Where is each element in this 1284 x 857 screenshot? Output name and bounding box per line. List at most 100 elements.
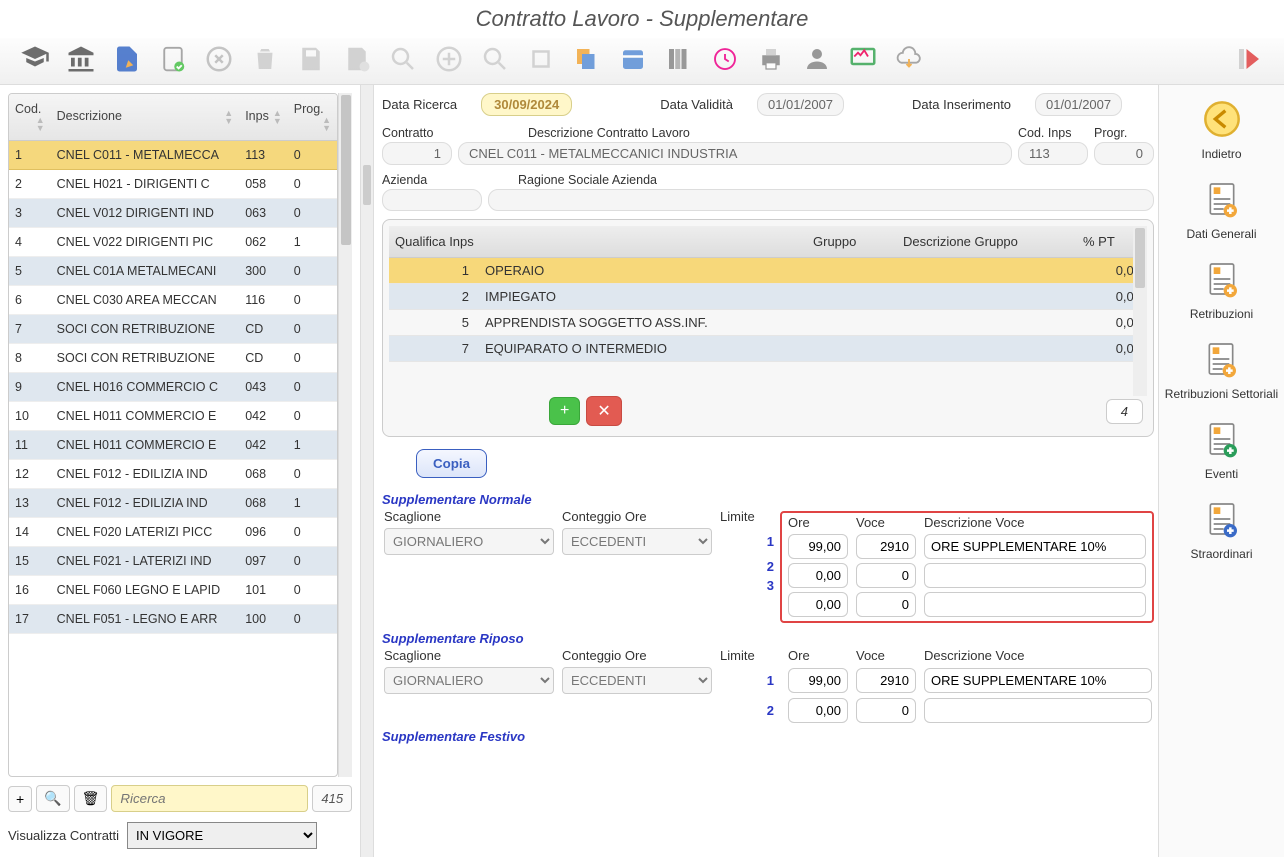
nav-straordinari[interactable]: Straordinari bbox=[1190, 495, 1252, 561]
data-validita-label: Data Validità bbox=[660, 97, 733, 112]
nav-indietro[interactable]: Indietro bbox=[1198, 95, 1246, 161]
col-desc-header[interactable]: Descrizione bbox=[57, 109, 122, 123]
qual-delete-button[interactable]: ✕ bbox=[586, 396, 621, 426]
riposo-limite-2: 2 bbox=[720, 703, 780, 718]
table-row[interactable]: 13CNEL F012 - EDILIZIA IND0681 bbox=[9, 489, 337, 518]
h-voce: Voce bbox=[856, 515, 916, 530]
monitor-icon[interactable] bbox=[846, 42, 880, 76]
h-conteggio: Conteggio Ore bbox=[562, 509, 712, 524]
riposo-ore-2[interactable] bbox=[788, 698, 848, 723]
search-input[interactable] bbox=[111, 785, 308, 812]
nav-retribuzioni[interactable]: Retribuzioni bbox=[1190, 255, 1253, 321]
data-ricerca-value[interactable]: 30/09/2024 bbox=[481, 93, 572, 116]
riposo-voce-1[interactable] bbox=[856, 668, 916, 693]
page-title: Contratto Lavoro - Supplementare bbox=[0, 0, 1284, 38]
exit-icon[interactable] bbox=[1232, 42, 1266, 76]
table-row[interactable]: 1CNEL C011 - METALMECCA1130 bbox=[9, 141, 337, 170]
riposo-desc-1[interactable] bbox=[924, 668, 1152, 693]
qualifica-table[interactable]: Qualifica Inps Gruppo Descrizione Gruppo… bbox=[389, 226, 1147, 362]
normale-scaglione-select[interactable]: GIORNALIERO bbox=[384, 528, 554, 555]
table-row[interactable]: 16CNEL F060 LEGNO E LAPID1010 bbox=[9, 576, 337, 605]
riposo-desc-2[interactable] bbox=[924, 698, 1152, 723]
qual-col-gruppo[interactable]: Gruppo bbox=[807, 226, 897, 258]
splitter-scrollbar[interactable] bbox=[360, 85, 374, 857]
table-row[interactable]: 15CNEL F021 - LATERIZI IND0970 bbox=[9, 547, 337, 576]
normale-voce-1[interactable] bbox=[856, 534, 916, 559]
edit-doc-icon[interactable] bbox=[110, 42, 144, 76]
normale-desc-1[interactable] bbox=[924, 534, 1146, 559]
ragione-header: Ragione Sociale Azienda bbox=[488, 173, 1154, 187]
cancel-icon[interactable] bbox=[202, 42, 236, 76]
calendar-icon[interactable] bbox=[616, 42, 650, 76]
table-row[interactable]: 8SOCI CON RETRIBUZIONECD0 bbox=[9, 344, 337, 373]
bank-icon[interactable] bbox=[64, 42, 98, 76]
add-icon[interactable] bbox=[432, 42, 466, 76]
check-doc-icon[interactable] bbox=[156, 42, 190, 76]
riposo-voce-2[interactable] bbox=[856, 698, 916, 723]
search-icon[interactable] bbox=[478, 42, 512, 76]
normale-desc-2[interactable] bbox=[924, 563, 1146, 588]
normale-desc-3[interactable] bbox=[924, 592, 1146, 617]
desc-contratto-header: Descrizione Contratto Lavoro bbox=[458, 126, 1012, 140]
normale-ore-1[interactable] bbox=[788, 534, 848, 559]
table-row[interactable]: 4CNEL V022 DIRIGENTI PIC0621 bbox=[9, 228, 337, 257]
col-cod-header[interactable]: Cod. bbox=[15, 102, 41, 116]
table-row[interactable]: 12CNEL F012 - EDILIZIA IND0680 bbox=[9, 460, 337, 489]
trash-icon[interactable] bbox=[248, 42, 282, 76]
copy-icon[interactable] bbox=[570, 42, 604, 76]
normale-limite-3: 3 bbox=[720, 578, 780, 593]
normale-ore-3[interactable] bbox=[788, 592, 848, 617]
section-riposo: Supplementare Riposo bbox=[382, 631, 1154, 646]
cloud-icon[interactable] bbox=[892, 42, 926, 76]
print-icon[interactable] bbox=[754, 42, 788, 76]
section-normale: Supplementare Normale bbox=[382, 492, 1154, 507]
table-row[interactable]: 11CNEL H011 COMMERCIO E0421 bbox=[9, 431, 337, 460]
save-as-icon[interactable] bbox=[340, 42, 374, 76]
qual-scrollbar[interactable] bbox=[1133, 226, 1147, 396]
table-row[interactable]: 5CNEL C01A METALMECANI3000 bbox=[9, 257, 337, 286]
left-scrollbar[interactable] bbox=[338, 93, 352, 777]
visualizza-select[interactable]: IN VIGORE bbox=[127, 822, 317, 849]
table-row[interactable]: 14CNEL F020 LATERIZI PICC0960 bbox=[9, 518, 337, 547]
graduate-icon[interactable] bbox=[18, 42, 52, 76]
normale-ore-2[interactable] bbox=[788, 563, 848, 588]
copia-button[interactable]: Copia bbox=[416, 449, 487, 478]
riposo-conteggio-select[interactable]: ECCEDENTI bbox=[562, 667, 712, 694]
zoom-icon[interactable] bbox=[386, 42, 420, 76]
table-row[interactable]: 9CNEL H016 COMMERCIO C0430 bbox=[9, 373, 337, 402]
save-icon[interactable] bbox=[294, 42, 328, 76]
table-row[interactable]: 2IMPIEGATO0,00 bbox=[389, 284, 1147, 310]
qual-col-descgruppo[interactable]: Descrizione Gruppo bbox=[897, 226, 1077, 258]
nav-eventi[interactable]: Eventi bbox=[1198, 415, 1246, 481]
data-ricerca-label: Data Ricerca bbox=[382, 97, 457, 112]
qual-add-button[interactable]: + bbox=[549, 397, 580, 425]
search-button[interactable]: 🔍 bbox=[36, 785, 69, 812]
table-row[interactable]: 7EQUIPARATO O INTERMEDIO0,00 bbox=[389, 336, 1147, 362]
delete-row-button[interactable]: 🗑 bbox=[74, 785, 108, 812]
table-row[interactable]: 7SOCI CON RETRIBUZIONECD0 bbox=[9, 315, 337, 344]
col-prog-header[interactable]: Prog. bbox=[294, 102, 324, 116]
normale-conteggio-select[interactable]: ECCEDENTI bbox=[562, 528, 712, 555]
riposo-scaglione-select[interactable]: GIORNALIERO bbox=[384, 667, 554, 694]
table-row[interactable]: 5APPRENDISTA SOGGETTO ASS.INF.0,00 bbox=[389, 310, 1147, 336]
table-row[interactable]: 2CNEL H021 - DIRIGENTI C0580 bbox=[9, 170, 337, 199]
table-row[interactable]: 1OPERAIO0,00 bbox=[389, 258, 1147, 284]
col-inps-header[interactable]: Inps bbox=[245, 109, 269, 123]
table-row[interactable]: 10CNEL H011 COMMERCIO E0420 bbox=[9, 402, 337, 431]
contracts-table[interactable]: Cod.▲▼ Descrizione▲▼ Inps▲▼ Prog.▲▼ 1CNE… bbox=[9, 94, 337, 634]
clock-icon[interactable] bbox=[708, 42, 742, 76]
add-row-button[interactable]: + bbox=[8, 786, 32, 812]
qual-col-cod[interactable]: Qualifica Inps bbox=[389, 226, 807, 258]
table-row[interactable]: 17CNEL F051 - LEGNO E ARR1000 bbox=[9, 605, 337, 634]
riposo-ore-1[interactable] bbox=[788, 668, 848, 693]
nav-dati-generali[interactable]: Dati Generali bbox=[1186, 175, 1256, 241]
normale-voce-2[interactable] bbox=[856, 563, 916, 588]
table-row[interactable]: 3CNEL V012 DIRIGENTI IND0630 bbox=[9, 199, 337, 228]
nav-retr-settoriali[interactable]: Retribuzioni Settoriali bbox=[1165, 335, 1278, 401]
normale-voce-3[interactable] bbox=[856, 592, 916, 617]
user-icon[interactable] bbox=[800, 42, 834, 76]
riposo-limite-1: 1 bbox=[720, 673, 780, 688]
tool-icon[interactable] bbox=[524, 42, 558, 76]
books-icon[interactable] bbox=[662, 42, 696, 76]
table-row[interactable]: 6CNEL C030 AREA MECCAN1160 bbox=[9, 286, 337, 315]
